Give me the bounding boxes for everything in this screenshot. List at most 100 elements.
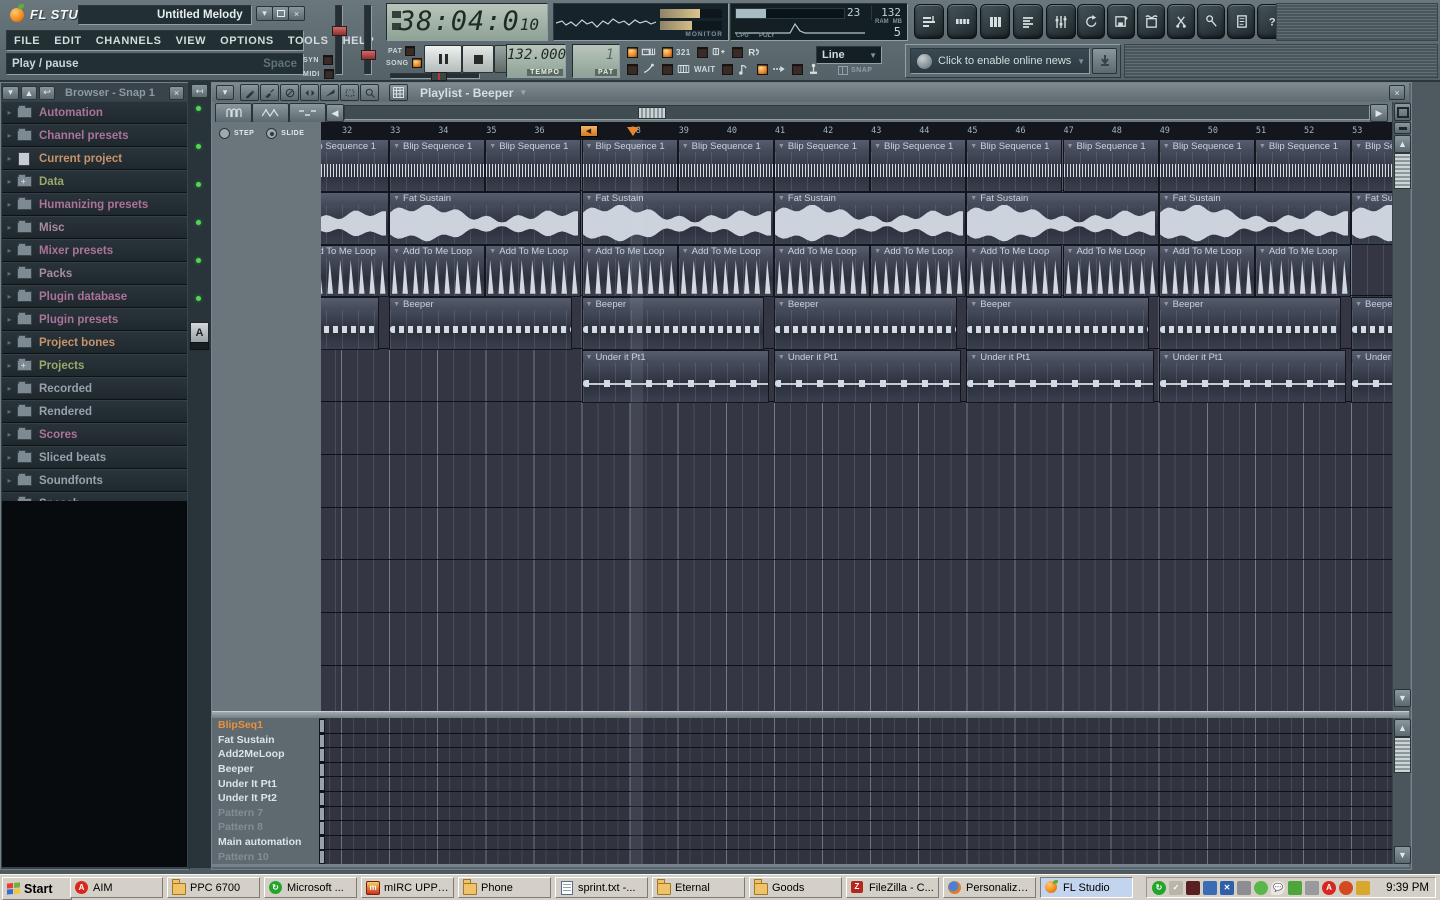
pattern-row-blipseq1[interactable]: BlipSeq1	[212, 718, 319, 733]
overdub-toggle[interactable]	[757, 62, 786, 76]
notepad-button[interactable]	[1227, 4, 1255, 39]
clip-fat-sustain[interactable]: ▼Fat Sustain	[966, 192, 1158, 245]
download-icon[interactable]	[1288, 881, 1302, 895]
pattern-row-pattern-10[interactable]: Pattern 10	[212, 849, 319, 864]
loop-marker-icon[interactable]: ◀	[580, 125, 598, 137]
pattern-clip-indicator[interactable]	[319, 719, 325, 733]
loop-record-toggle-led[interactable]	[697, 47, 708, 58]
pattern-scroll-up[interactable]: ▲	[1394, 719, 1411, 737]
network-display-icon[interactable]	[1203, 881, 1217, 895]
browser-item-humanizing-presets[interactable]: ▸Humanizing presets	[2, 193, 187, 216]
pattern-grid[interactable]	[319, 718, 1401, 864]
playlist-toggle-button[interactable]	[914, 4, 944, 39]
task-aim[interactable]: AAIM	[70, 877, 163, 898]
vscroll-thumb[interactable]	[1394, 153, 1411, 189]
clip-beeper[interactable]: ▼Beeper	[321, 297, 379, 350]
playlist-splitter[interactable]	[212, 711, 1409, 718]
menu-edit[interactable]: EDIT	[47, 35, 88, 47]
pattern-lane[interactable]	[319, 776, 1401, 792]
browser-item-data[interactable]: ▸+Data	[2, 170, 187, 193]
display-alert-icon[interactable]	[1186, 881, 1200, 895]
browser-item-current-project[interactable]: ▸Current project	[2, 147, 187, 170]
clip-blip-sequence-1[interactable]: ▼Blip Sequence 1	[389, 139, 485, 192]
browser-up-button[interactable]: ▲	[21, 86, 37, 100]
clip-blip-sequence-1[interactable]: ▼Blip Sequence 1	[966, 139, 1062, 192]
pattern-lane[interactable]	[319, 733, 1401, 749]
menu-options[interactable]: OPTIONS	[213, 35, 281, 47]
vscroll-down-button[interactable]: ▼	[1394, 689, 1411, 707]
clip-blip-sequence-1[interactable]: ▼Blip Sequence 1	[485, 139, 581, 192]
clip-add-to-me-loop[interactable]: ▼Add To Me Loop	[678, 245, 774, 298]
multilink-toggle[interactable]	[792, 62, 821, 76]
main-pitch-slider[interactable]	[364, 5, 372, 75]
browser-item-project-bones[interactable]: ▸Project bones	[2, 331, 187, 354]
grid-tool-button[interactable]	[389, 84, 408, 101]
clip-under-it-pt1[interactable]: ▼Under it Pt1	[1159, 350, 1347, 403]
clip-under-it-pt1[interactable]: ▼Under it Pt1	[582, 350, 770, 403]
song-mode-led[interactable]	[412, 58, 422, 68]
step-edit-toggle-led[interactable]	[722, 64, 733, 75]
clip-blip-sequence-1[interactable]: ▼Blip Sequence 1	[1255, 139, 1351, 192]
clip-blip-sequence-1[interactable]: ▼Blip Sequence 1	[1159, 139, 1255, 192]
close-button[interactable]: ×	[288, 6, 305, 21]
buddy-icon[interactable]	[1254, 881, 1268, 895]
vscroll-up-button[interactable]: ▲	[1394, 135, 1411, 153]
task-eternal[interactable]: Eternal	[652, 877, 745, 898]
playhead-marker[interactable]	[627, 127, 639, 136]
clip-beeper[interactable]: ▼Beeper	[774, 297, 957, 350]
pattern-lane[interactable]	[319, 718, 1401, 734]
pattern-clip-indicator[interactable]	[319, 821, 325, 835]
countdown-toggle[interactable]: 321	[662, 47, 691, 58]
tab-audio-clips[interactable]	[252, 103, 289, 123]
browser-item-rendered[interactable]: ▸Rendered	[2, 400, 187, 423]
project-title-field[interactable]: Untitled Melody	[78, 5, 252, 25]
clip-add-to-me-loop[interactable]: ▼Add To Me Loop	[1159, 245, 1255, 298]
recall-toggle-led[interactable]	[732, 47, 743, 58]
restore-button[interactable]	[272, 6, 289, 21]
pattern-clip-indicator[interactable]	[319, 792, 325, 806]
menu-view[interactable]: VIEW	[169, 35, 214, 47]
typing-keyboard-toggle-led[interactable]	[627, 47, 638, 58]
minimize-button[interactable]: ▾	[256, 6, 273, 21]
playlist-hscrollbar[interactable]	[344, 105, 1370, 120]
clip-blip-sequence-1[interactable]: ▼Blip Sequence 1	[1063, 139, 1159, 192]
vscroll-corner-button[interactable]	[1394, 103, 1411, 121]
clip-add-to-me-loop[interactable]: ▼Add To Me Loop	[1255, 245, 1351, 298]
clip-beeper[interactable]: ▼Beeper	[582, 297, 765, 350]
clip-fat-sustain[interactable]: ▼Fat Sustain	[321, 192, 389, 245]
pattern-display[interactable]: 1 PAT	[572, 44, 620, 78]
browser-item-sliced-beats[interactable]: ▸Sliced beats	[2, 446, 187, 469]
menu-channels[interactable]: CHANNELS	[89, 35, 169, 47]
playlist-close-icon[interactable]: ×	[1389, 85, 1405, 100]
cut-button[interactable]	[1167, 4, 1195, 39]
pattern-clip-indicator[interactable]	[319, 836, 325, 850]
clip-blip-sequence-1[interactable]: ▼Blip Sequence 1	[678, 139, 774, 192]
pattern-lane[interactable]	[319, 820, 1401, 836]
task-ppc-6700[interactable]: PPC 6700	[167, 877, 260, 898]
typing-keyboard-toggle[interactable]	[627, 45, 656, 59]
clip-blip-sequence-1[interactable]: ▼Blip Sequence 1	[870, 139, 966, 192]
clip-blip-sequence-1[interactable]: ▼Blip Sequence 1	[321, 139, 389, 192]
pencil-tool-button[interactable]	[240, 84, 259, 101]
pause-button[interactable]	[424, 45, 462, 73]
pattern-row-under-it-pt1[interactable]: Under It Pt1	[212, 776, 319, 791]
news-bar[interactable]: Click to enable online news ▼	[905, 44, 1121, 78]
start-button[interactable]: Start	[2, 877, 72, 900]
clip-fat-sustain[interactable]: ▼Fat Sustain	[389, 192, 581, 245]
pat-mode-led[interactable]	[405, 46, 415, 56]
clip-add-to-me-loop[interactable]: ▼Add To Me Loop	[485, 245, 581, 298]
snap-selector[interactable]: Line ▼	[816, 46, 882, 64]
clip-add-to-me-loop[interactable]: ▼Add To Me Loop	[774, 245, 870, 298]
browser-item-mixer-presets[interactable]: ▸Mixer presets	[2, 239, 187, 262]
clip-area[interactable]: ▼Blip Sequence 1▼Blip Sequence 1▼Blip Se…	[321, 139, 1401, 711]
browser-item-recorded[interactable]: ▸Recorded	[2, 377, 187, 400]
strip-a-button[interactable]: A	[190, 322, 209, 343]
delete-tool-button[interactable]	[280, 84, 299, 101]
shuffle-slider[interactable]	[390, 73, 480, 79]
recall-toggle[interactable]: R	[732, 45, 761, 59]
tools-icon[interactable]	[1356, 881, 1370, 895]
clip-under-it-pt1[interactable]: ▼Under it Pt1	[966, 350, 1154, 403]
task-mirc-upp[interactable]: mmIRC UPP ...	[361, 877, 454, 898]
pattern-lane[interactable]	[319, 835, 1401, 851]
pitch-slider-handle[interactable]	[361, 50, 376, 60]
